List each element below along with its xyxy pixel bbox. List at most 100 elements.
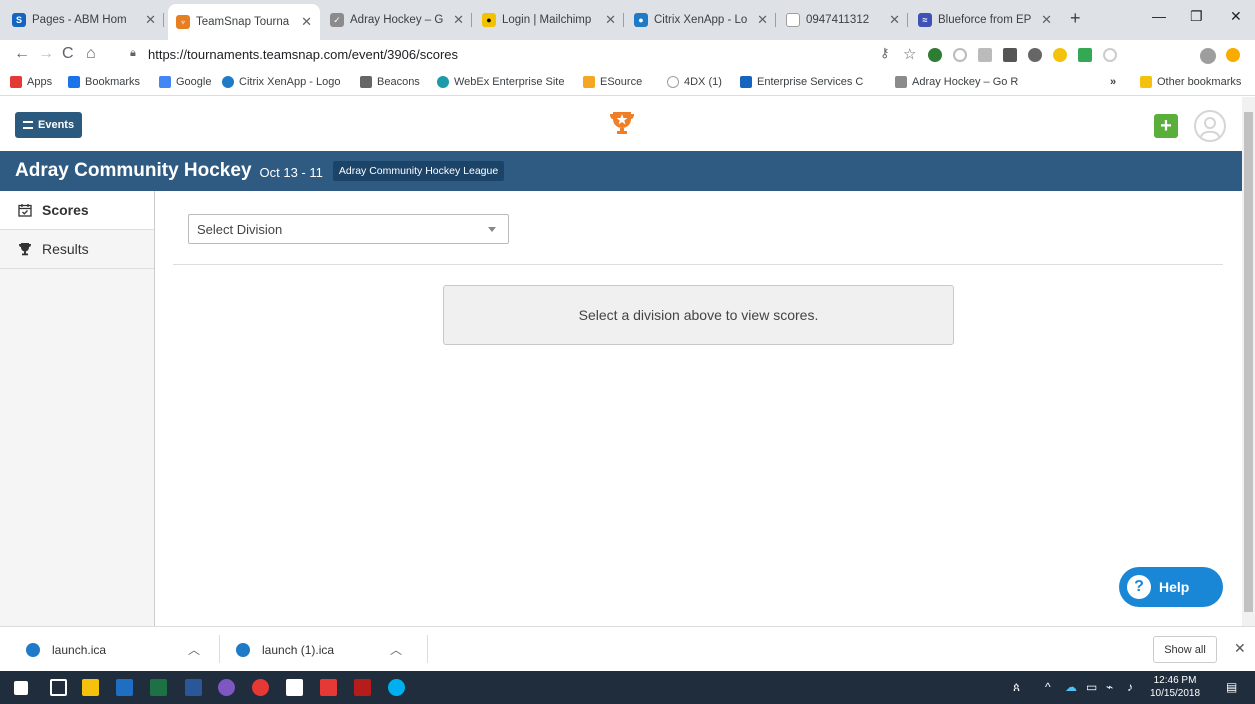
close-icon[interactable]: ✕ bbox=[1234, 640, 1246, 657]
window-close-icon[interactable]: ✕ bbox=[1230, 8, 1242, 25]
add-button[interactable]: + bbox=[1154, 114, 1178, 138]
lock-icon: 🔒︎ bbox=[130, 47, 136, 59]
trophy-logo-icon[interactable] bbox=[609, 109, 635, 135]
extension-icon[interactable] bbox=[1103, 48, 1117, 62]
task-view-icon[interactable] bbox=[50, 679, 67, 696]
notifications-icon[interactable]: ▤ bbox=[1226, 680, 1237, 694]
menu-icon bbox=[23, 121, 33, 129]
close-icon[interactable]: ✕ bbox=[453, 12, 464, 28]
bookmark-label: Bookmarks bbox=[85, 76, 141, 88]
help-label: Help bbox=[1159, 579, 1190, 595]
onedrive-icon[interactable]: ☁ bbox=[1065, 680, 1077, 694]
word-icon[interactable] bbox=[185, 679, 202, 696]
extension-icon[interactable] bbox=[928, 48, 942, 62]
excel-icon[interactable] bbox=[150, 679, 167, 696]
windows-start-icon[interactable] bbox=[14, 681, 28, 695]
update-icon[interactable] bbox=[1226, 48, 1240, 62]
bookmark-apps[interactable]: Apps bbox=[10, 76, 52, 88]
division-select[interactable]: Select Division bbox=[188, 214, 509, 244]
extension-icon[interactable] bbox=[953, 48, 967, 62]
download-item[interactable]: launch (1).ica ︿ bbox=[236, 627, 402, 672]
skype-icon[interactable] bbox=[388, 679, 405, 696]
bookmark-enterprise-services[interactable]: Enterprise Services C bbox=[740, 76, 863, 88]
paint-icon[interactable] bbox=[218, 679, 235, 696]
chrome-icon[interactable] bbox=[252, 679, 269, 696]
network-icon[interactable]: ⌁ bbox=[1106, 680, 1113, 694]
volume-icon[interactable]: ♪ bbox=[1127, 680, 1133, 694]
back-arrow-icon[interactable]: ← bbox=[14, 45, 30, 63]
close-icon[interactable]: ✕ bbox=[605, 12, 616, 28]
new-tab-button[interactable]: + bbox=[1070, 8, 1081, 29]
tab-mailchimp[interactable]: ● Login | Mailchimp ✕ bbox=[474, 6, 624, 34]
close-icon[interactable]: ✕ bbox=[1041, 12, 1052, 28]
extension-icon[interactable] bbox=[1003, 48, 1017, 62]
tab-blueforce[interactable]: ≈ Blueforce from EP ✕ bbox=[910, 6, 1060, 34]
tab-pages-abm[interactable]: S Pages - ABM Hom ✕ bbox=[4, 6, 164, 34]
close-icon[interactable]: ✕ bbox=[757, 12, 768, 28]
esource-icon bbox=[583, 76, 595, 88]
download-item[interactable]: launch.ica ︿ bbox=[26, 627, 200, 672]
chevron-up-icon[interactable]: ︿ bbox=[390, 641, 402, 658]
chevron-up-icon[interactable]: ^ bbox=[1045, 680, 1051, 694]
chevron-up-icon[interactable]: ︿ bbox=[188, 641, 200, 658]
sidebar-item-results[interactable]: Results bbox=[0, 230, 154, 269]
close-icon[interactable]: ✕ bbox=[301, 14, 312, 30]
tab-title: Adray Hockey – G bbox=[350, 14, 444, 26]
bookmark-4dx[interactable]: 4DX (1) bbox=[667, 76, 722, 88]
bookmark-label: WebEx Enterprise Site bbox=[454, 76, 565, 88]
extension-icon[interactable] bbox=[1053, 48, 1067, 62]
people-icon[interactable]: ጰ bbox=[1013, 680, 1020, 695]
acrobat-icon[interactable] bbox=[354, 679, 371, 696]
tab-teamsnap[interactable]: ♆ TeamSnap Tourna ✕ bbox=[168, 4, 320, 40]
windows-taskbar: ጰ ^ ☁ ▭ ⌁ ♪ 12:46 PM 10/15/2018 ▤ bbox=[0, 671, 1255, 704]
events-button[interactable]: Events bbox=[15, 112, 83, 138]
checkmark-icon[interactable] bbox=[1078, 48, 1092, 62]
app-icon[interactable] bbox=[320, 679, 337, 696]
store-icon[interactable] bbox=[286, 679, 303, 696]
battery-icon[interactable]: ▭ bbox=[1086, 680, 1097, 694]
avatar[interactable] bbox=[1194, 110, 1226, 142]
extension-icon[interactable] bbox=[1028, 48, 1042, 62]
bookmark-label: Adray Hockey – Go R bbox=[912, 76, 1019, 88]
download-separator bbox=[427, 635, 428, 663]
league-badge[interactable]: Adray Community Hockey League bbox=[332, 161, 505, 181]
event-banner: Adray Community Hockey Oct 13 - 11 Adray… bbox=[0, 151, 1242, 191]
help-button[interactable]: ? Help bbox=[1119, 567, 1223, 607]
tab-document[interactable]: 0947411312 ✕ bbox=[778, 6, 908, 34]
citrix-file-icon bbox=[236, 642, 250, 657]
home-icon[interactable]: ⌂ bbox=[86, 45, 96, 63]
bookmark-citrix[interactable]: Citrix XenApp - Logo bbox=[222, 76, 341, 88]
profile-icon[interactable] bbox=[1200, 48, 1216, 64]
bookmark-bookmarks[interactable]: Bookmarks bbox=[68, 76, 140, 88]
bookmark-webex[interactable]: WebEx Enterprise Site bbox=[437, 76, 564, 88]
sidebar-item-scores[interactable]: Scores bbox=[0, 191, 154, 230]
tab-citrix[interactable]: ● Citrix XenApp - Lo ✕ bbox=[626, 6, 776, 34]
tab-separator bbox=[907, 13, 908, 27]
minimize-icon[interactable]: — bbox=[1152, 8, 1166, 24]
reload-icon[interactable]: C bbox=[62, 45, 74, 63]
trophy-icon bbox=[18, 242, 32, 256]
bookmark-beacons[interactable]: Beacons bbox=[360, 76, 420, 88]
other-bookmarks[interactable]: Other bookmarks bbox=[1140, 76, 1241, 88]
outlook-icon[interactable] bbox=[116, 679, 133, 696]
star-icon[interactable]: ☆ bbox=[903, 45, 916, 63]
bookmark-google[interactable]: Google bbox=[159, 76, 211, 88]
bookmark-adray-hockey[interactable]: Adray Hockey – Go R bbox=[895, 76, 1018, 88]
page-content: Events + Adray Community Hockey Oct 13 -… bbox=[0, 97, 1242, 626]
bookmark-esource[interactable]: ESource bbox=[583, 76, 642, 88]
file-explorer-icon[interactable] bbox=[82, 679, 99, 696]
system-clock[interactable]: 12:46 PM 10/15/2018 bbox=[1150, 674, 1200, 700]
feather-icon bbox=[895, 76, 907, 88]
scrollbar-thumb[interactable] bbox=[1244, 112, 1253, 612]
address-bar[interactable]: https://tournaments.teamsnap.com/event/3… bbox=[148, 47, 458, 62]
close-icon[interactable]: ✕ bbox=[145, 12, 156, 28]
tab-adray-hockey[interactable]: ✓ Adray Hockey – G ✕ bbox=[322, 6, 472, 34]
extension-icon[interactable] bbox=[978, 48, 992, 62]
close-icon[interactable]: ✕ bbox=[889, 12, 900, 28]
forward-arrow-icon[interactable]: → bbox=[38, 45, 54, 63]
show-all-button[interactable]: Show all bbox=[1153, 636, 1217, 663]
restore-icon[interactable]: ❐ bbox=[1190, 8, 1203, 25]
more-bookmarks-button[interactable]: » bbox=[1110, 76, 1116, 88]
star-icon bbox=[68, 76, 80, 88]
key-icon[interactable]: ⚷ bbox=[880, 45, 890, 61]
